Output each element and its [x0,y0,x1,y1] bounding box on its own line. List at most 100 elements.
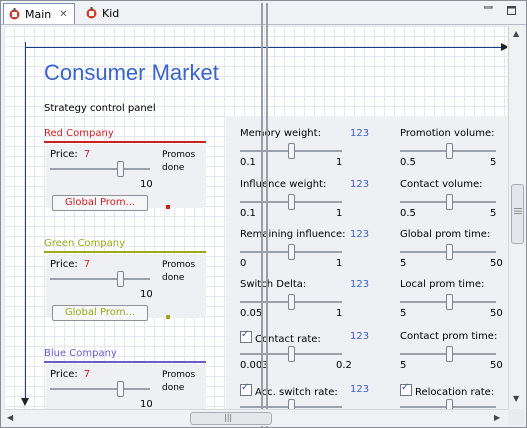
checkbox[interactable] [240,329,252,343]
y-axis-arrow-icon [21,398,29,406]
company-panel: Price: 7 Promos done 10 Global Prom... [46,254,206,321]
parameter-slider-thumb[interactable] [446,143,453,159]
tab-bar: Main ✕ Kid [1,1,526,25]
tab-main[interactable]: Main ✕ [3,3,75,24]
parameter-value: 123 [350,331,370,342]
scroll-left-icon[interactable]: ◀ [7,413,13,422]
close-icon[interactable]: ✕ [59,9,67,20]
price-slider-thumb[interactable] [117,381,124,397]
parameter-slider-thumb[interactable] [446,244,453,260]
parameter-slider-thumb[interactable] [446,294,453,310]
parameter-slider-thumb[interactable] [288,244,295,260]
vertical-scroll-thumb[interactable]: ||| [511,184,524,244]
parameter-slider-thumb[interactable] [288,346,295,362]
parameter-value: 123 [350,384,370,395]
status-indicator [166,205,170,209]
price-slider-track[interactable] [50,388,150,390]
parameter-label: Switch Delta: [240,279,306,290]
parameter-panel: Memory weight: 123 0.1 1 Influence weight: 12… [226,116,507,409]
price-label: Price: 7 [50,259,90,270]
promos-line: Promos [162,260,196,270]
parameter-control: Acc. switch rate: 123 [240,382,370,409]
canvas-guide-line[interactable] [266,3,268,427]
parameter-min: 5 [400,360,407,371]
parameter-value: 123 [350,279,370,290]
parameter-label-text: Contact volume: [400,179,483,190]
parameter-slider-thumb[interactable] [288,194,295,210]
parameter-label-text: Contact rate: [255,334,321,345]
tab-kid[interactable]: Kid [81,3,141,23]
parameter-value: 123 [350,128,370,139]
scroll-up-icon[interactable]: ▲ [513,29,519,38]
parameter-label-text: Memory weight: [240,128,321,139]
price-slider-track[interactable] [50,168,150,170]
parameter-slider-thumb[interactable] [288,399,295,409]
parameter-label: Promotion volume: [400,128,494,139]
model-icon [9,8,20,20]
parameter-slider-thumb[interactable] [288,294,295,310]
parameter-slider-thumb[interactable] [446,346,453,362]
price-slider-thumb[interactable] [117,161,124,177]
parameter-control: Switch Delta: 123 0.05 1 [240,279,370,327]
minimize-icon[interactable] [484,6,493,15]
checkbox[interactable] [400,382,412,396]
tab-kid-label: Kid [102,6,120,20]
parameter-label-text: Influence weight: [240,179,327,190]
checkbox[interactable] [240,382,252,396]
x-axis-line [25,47,503,48]
parameter-min: 0.1 [240,157,256,168]
parameter-slider-thumb[interactable] [446,399,453,409]
canvas-guide-line[interactable] [261,3,263,427]
parameter-control: Contact prom time: 5 50 [400,331,507,379]
company-name: Red Company [44,128,114,139]
parameter-max: 1 [336,308,343,319]
company-divider [44,361,206,363]
horizontal-scroll-thumb[interactable]: ||| [190,412,272,425]
price-value: 7 [83,259,91,270]
x-axis-arrow-icon [501,43,507,51]
parameter-max: 1 [336,258,343,269]
parameter-control: Contact volume: 0.5 5 [400,179,507,227]
parameter-slider-thumb[interactable] [288,143,295,159]
scroll-down-icon[interactable]: ▼ [513,394,519,403]
company-divider [44,141,206,143]
parameter-min: 0.5 [400,208,416,219]
price-label: Price: 7 [50,149,90,160]
parameter-max: 0.2 [336,360,352,371]
promos-done-label: Promos done [162,259,195,285]
parameter-control: Promotion volume: 0.5 5 [400,128,507,176]
horizontal-scrollbar[interactable]: ◀ ||| ▶ [4,409,508,426]
parameter-slider-thumb[interactable] [446,194,453,210]
scroll-right-icon[interactable]: ▶ [494,413,500,422]
global-promotion-button[interactable]: Global Prom... [52,305,148,321]
price-slider-max: 10 [140,399,153,409]
parameter-control: Relocation rate: [400,382,507,409]
parameter-label-text: Global prom time: [400,229,491,240]
parameter-label-text: Local prom time: [400,279,485,290]
parameter-min: 0.05 [240,308,263,319]
price-slider-thumb[interactable] [117,271,124,287]
scroll-grip-icon: ||| [514,207,523,216]
parameter-max: 1 [336,208,343,219]
maximize-icon[interactable] [507,6,516,15]
model-canvas[interactable]: Consumer Market Strategy control panel R… [4,26,507,409]
price-slider-track[interactable] [50,278,150,280]
parameter-label: Acc. switch rate: [240,382,338,398]
vertical-scrollbar[interactable]: ▲ ||| ▼ [508,26,525,409]
price-label-text: Price: [50,149,78,160]
promos-line: Promos [162,150,196,160]
promos-done-label: Promos done [162,149,195,175]
price-slider-max: 10 [140,289,153,300]
price-label-text: Price: [50,369,78,380]
global-promotion-button[interactable]: Global Prom... [52,195,148,211]
parameter-label: Contact volume: [400,179,483,190]
parameter-label-text: Promotion volume: [400,128,495,139]
parameter-label: Remaining influence: [240,229,346,240]
parameter-min: 5 [400,308,407,319]
company-name: Blue Company [44,348,117,359]
parameter-label-text: Switch Delta: [240,279,307,290]
page-subtitle: Strategy control panel [44,103,156,114]
model-icon [86,7,97,19]
parameter-value: 123 [350,229,370,240]
parameter-control: Contact rate: 123 0.003 0.2 [240,329,370,379]
